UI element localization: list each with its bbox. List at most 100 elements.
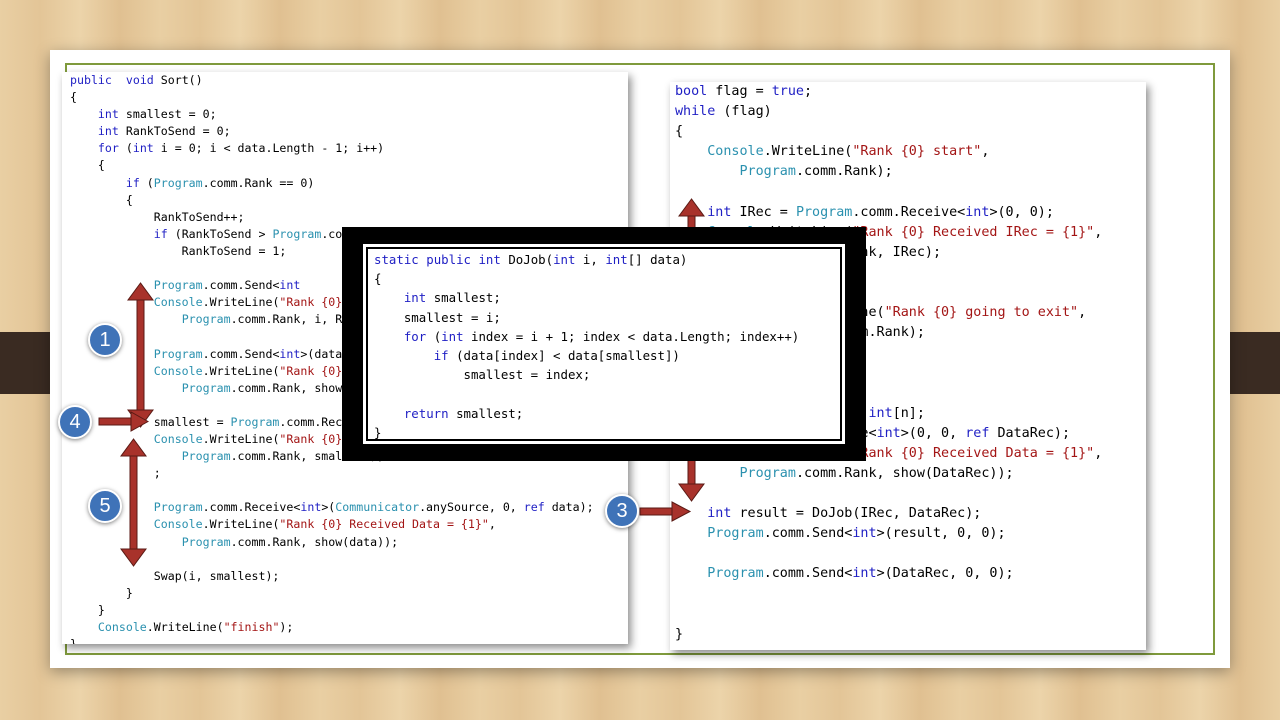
code-token: .WriteLine(: [202, 295, 280, 310]
code-token: .comm.Receive<: [202, 500, 301, 515]
code-line: if (Program.comm.Rank == 0): [70, 175, 628, 192]
code-token: .anySource, 0,: [419, 500, 524, 515]
code-line: for (int i = 0; i < data.Length - 1; i++…: [70, 140, 628, 157]
code-token: int: [553, 252, 576, 267]
code-token: Program: [707, 526, 764, 542]
code-line: RankToSend++;: [70, 209, 628, 226]
code-token: for: [403, 328, 427, 344]
dojob-popup-frame: static public int DoJob(int i, int[] dat…: [360, 241, 848, 447]
code-token: ,: [981, 144, 990, 160]
code-token: while: [675, 104, 716, 120]
code-token: .WriteLine(: [202, 431, 280, 446]
code-token: smallest = 0;: [118, 107, 217, 122]
code-token: int: [441, 328, 464, 344]
code-token: ,: [1094, 445, 1103, 461]
code-token: int: [707, 204, 732, 220]
code-token: Console: [153, 517, 203, 532]
code-token: }: [675, 626, 684, 642]
code-token: public: [70, 73, 112, 87]
code-token: (: [426, 328, 442, 344]
code-line: smallest = index;: [374, 365, 840, 384]
code-token: {: [70, 158, 105, 173]
code-line: {: [70, 157, 628, 174]
code-line: static public int DoJob(int i, int[] dat…: [374, 250, 840, 269]
code-line: int smallest = 0;: [70, 106, 628, 123]
code-line: int smallest;: [374, 288, 840, 307]
code-token: .comm.Rank == 0): [202, 175, 315, 190]
code-token: int: [279, 278, 301, 293]
code-line: smallest = i;: [374, 308, 840, 327]
code-token: RankToSend = 0;: [118, 124, 231, 139]
code-token: Program: [153, 346, 203, 361]
code-line: {: [374, 269, 840, 288]
code-token: int: [97, 124, 119, 139]
code-line: Program.comm.Rank);: [675, 162, 1146, 182]
code-token: {: [70, 192, 133, 207]
code-token: Communicator: [335, 500, 420, 515]
code-token: (RankToSend >: [167, 226, 273, 241]
code-line: bool flag = true;: [675, 82, 1146, 102]
code-token: smallest = index;: [374, 367, 591, 383]
code-token: Program: [181, 534, 231, 549]
code-token: int: [852, 566, 877, 582]
code-token: Program: [795, 204, 853, 220]
code-line: int RankToSend = 0;: [70, 123, 628, 140]
code-line: Program.comm.Rank, show(DataRec));: [675, 464, 1146, 484]
code-token: int: [876, 425, 901, 441]
code-token: int: [707, 505, 732, 521]
code-token: Program: [153, 500, 203, 515]
code-token: for: [97, 141, 119, 156]
code-token: ,: [1094, 224, 1103, 240]
code-token: int: [279, 346, 301, 361]
code-token: DoJob(: [500, 252, 554, 267]
code-token: RankToSend++;: [70, 209, 245, 224]
code-token: >(0, 0,: [900, 425, 966, 441]
dojob-popup: static public int DoJob(int i, int[] dat…: [342, 227, 866, 461]
code-token: ,: [1078, 305, 1087, 321]
code-token: (: [118, 141, 133, 156]
code-token: {: [374, 271, 382, 287]
code-token: DataRec);: [989, 425, 1071, 441]
code-token: .comm.Send<: [202, 278, 280, 293]
code-line: }: [70, 636, 628, 644]
code-token: smallest;: [448, 405, 524, 421]
code-line: Program.comm.Receive<int>(Communicator.a…: [70, 499, 628, 516]
code-token: Program: [153, 278, 203, 293]
code-token: {: [675, 124, 684, 140]
code-token: {: [70, 90, 77, 105]
code-token: Program: [181, 380, 231, 395]
code-token: >(0, 0);: [989, 204, 1054, 220]
code-token: Sort(): [153, 73, 203, 87]
code-token: Program: [230, 414, 280, 429]
code-token: if: [433, 348, 449, 364]
code-token: Console: [153, 295, 203, 310]
code-token: index = i + 1; index < data.Length; inde…: [463, 328, 800, 344]
code-line: while (flag): [675, 102, 1146, 122]
code-line: int IRec = Program.comm.Receive<int>(0, …: [675, 203, 1146, 223]
code-token: >(result, 0, 0);: [876, 526, 1006, 542]
code-token: Program: [272, 226, 322, 241]
code-line: Swap(i, smallest);: [70, 568, 628, 585]
code-token: Console: [707, 144, 764, 160]
code-token: data);: [544, 500, 594, 515]
code-token: >(: [321, 500, 336, 515]
code-token: .comm.Receive<: [852, 204, 966, 220]
